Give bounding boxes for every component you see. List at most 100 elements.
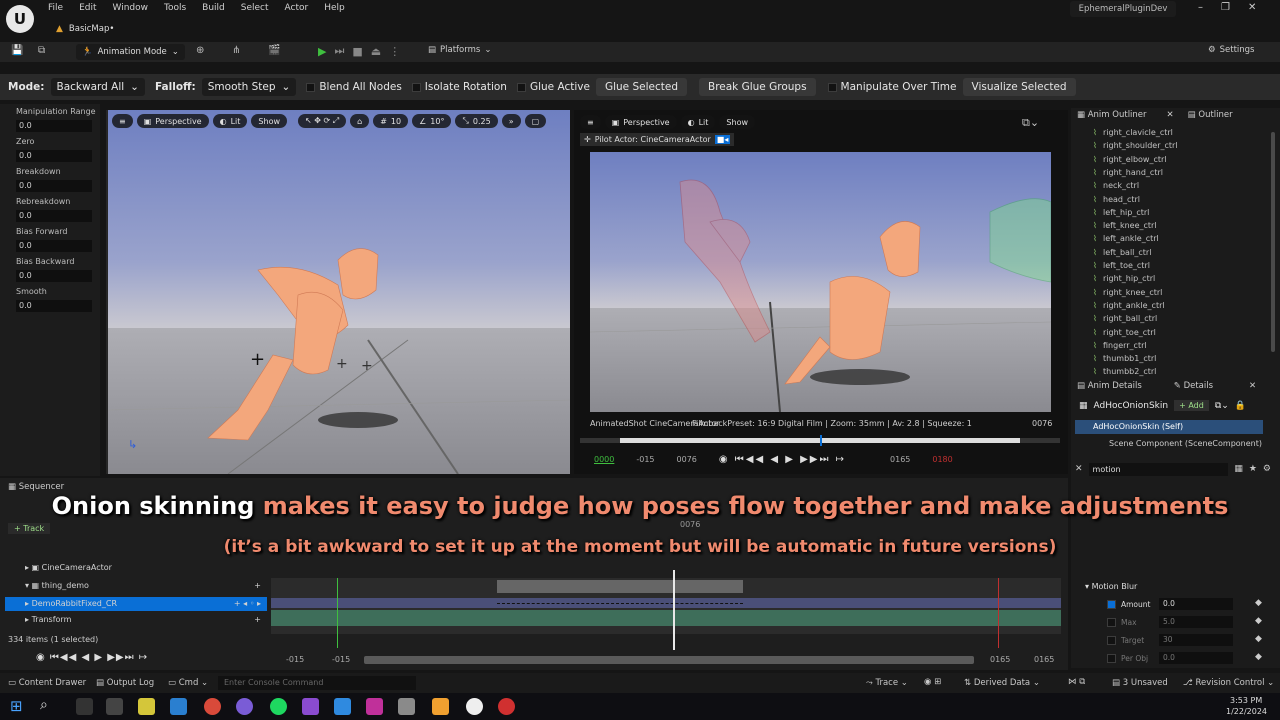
- outliner-bone-item[interactable]: left_knee_ctrl: [1103, 221, 1157, 230]
- rebreakdown-input[interactable]: 0.0: [16, 210, 92, 222]
- track-controls-icon[interactable]: + ◂ ◦ ▸: [234, 597, 261, 611]
- viewport-right[interactable]: ≡ ▣ Perspective ◐ Lit Show ⧉⌄ ✛ Pilot Acto…: [574, 110, 1068, 474]
- blueprint-options-icon[interactable]: ⧉⌄: [1215, 401, 1229, 411]
- outliner-bone-item[interactable]: left_ankle_ctrl: [1103, 234, 1159, 243]
- eject-icon[interactable]: ⏏: [371, 45, 381, 58]
- add-component-button[interactable]: + Add: [1174, 400, 1209, 411]
- hamburger-menu-icon[interactable]: ≡: [580, 115, 601, 129]
- add-icon[interactable]: +: [254, 579, 261, 593]
- override-checkbox[interactable]: [1107, 600, 1116, 609]
- animation-mode-dropdown[interactable]: 🏃 Animation Mode ⌄: [76, 44, 185, 60]
- visual-studio-icon[interactable]: [302, 698, 319, 715]
- minimize-icon[interactable]: –: [1198, 2, 1203, 13]
- clear-search-icon[interactable]: ✕: [1075, 464, 1083, 474]
- snap-icon[interactable]: ⌂: [350, 114, 370, 128]
- show-button[interactable]: Show: [251, 114, 288, 128]
- blend-all-nodes-toggle[interactable]: Blend All Nodes: [306, 81, 402, 93]
- photos-app-icon[interactable]: [398, 698, 415, 715]
- keyframe-icon[interactable]: ◆: [1255, 634, 1262, 644]
- lit-button[interactable]: ◐ Lit: [680, 115, 716, 129]
- content-drawer-button[interactable]: ▭ Content Drawer: [8, 678, 86, 688]
- maximize-viewport-icon[interactable]: ▢: [524, 114, 547, 128]
- output-log-button[interactable]: ▤ Output Log: [96, 678, 154, 688]
- outliner-bone-item[interactable]: right_shoulder_ctrl: [1103, 141, 1178, 150]
- outliner-bone-item[interactable]: left_ball_ctrl: [1103, 248, 1151, 257]
- windows-start-icon[interactable]: ⊞: [10, 697, 23, 715]
- menu-help[interactable]: Help: [316, 2, 353, 14]
- mode-dropdown[interactable]: Backward All ⌄: [50, 78, 145, 96]
- step-icon[interactable]: ⏭: [334, 44, 344, 58]
- component-self-item[interactable]: AdHocOnionSkin (Self): [1075, 420, 1263, 434]
- chrome-app-icon[interactable]: [204, 698, 221, 715]
- breakdown-input[interactable]: 0.0: [16, 180, 92, 192]
- maximize-icon[interactable]: ❐: [1221, 2, 1230, 13]
- perspective-button[interactable]: ▣ Perspective: [136, 114, 209, 128]
- sourcetree-app-icon[interactable]: [432, 698, 449, 715]
- camera-layout-icon[interactable]: ⧉⌄: [1022, 116, 1039, 130]
- property-value-input[interactable]: 30: [1159, 634, 1233, 646]
- outliner-bone-item[interactable]: right_hip_ctrl: [1103, 274, 1155, 283]
- isolate-rotation-toggle[interactable]: Isolate Rotation: [411, 81, 507, 93]
- outliner-bone-item[interactable]: right_ankle_ctrl: [1103, 301, 1165, 310]
- grid-snap[interactable]: #10: [373, 114, 409, 128]
- sequencer-scrollbar[interactable]: [364, 656, 974, 664]
- perspective-button[interactable]: ▣ Perspective: [604, 115, 677, 129]
- show-button[interactable]: Show: [719, 115, 756, 129]
- camera-speed-icon[interactable]: »: [501, 114, 521, 128]
- start-frame[interactable]: 0000: [594, 455, 614, 464]
- outliner-bone-item[interactable]: right_clavicle_ctrl: [1103, 128, 1173, 137]
- checkbox[interactable]: [516, 82, 526, 92]
- unreal-logo-icon[interactable]: U: [6, 5, 34, 33]
- keyframe-icon[interactable]: ◆: [1255, 652, 1262, 662]
- spotify-app-icon[interactable]: [270, 698, 287, 715]
- checkbox[interactable]: [306, 82, 316, 92]
- override-checkbox[interactable]: [1107, 636, 1116, 645]
- checkbox[interactable]: [827, 82, 837, 92]
- current-frame[interactable]: 0076: [677, 455, 697, 464]
- end-frame[interactable]: 0180: [932, 455, 952, 464]
- map-tab[interactable]: ▲ BasicMap•: [46, 20, 124, 38]
- menu-edit[interactable]: Edit: [71, 2, 104, 14]
- timeline-area[interactable]: [271, 570, 1061, 650]
- sequencer-playhead[interactable]: [673, 570, 675, 650]
- bias-forward-input[interactable]: 0.0: [16, 240, 92, 252]
- keyframe-icon[interactable]: ◆: [1255, 598, 1262, 608]
- add-track-button[interactable]: + Track: [8, 523, 51, 534]
- cinematics-icon[interactable]: 🎬: [268, 45, 280, 56]
- derived-data-button[interactable]: ⇅ Derived Data ⌄: [964, 678, 1040, 688]
- close-icon[interactable]: ✕: [1248, 2, 1256, 13]
- section-transform[interactable]: [271, 610, 1061, 626]
- sequencer-transport[interactable]: ◉ ⏮◀◀ ◀ ▶ ▶▶⏭ ↦: [36, 652, 148, 663]
- menu-actor[interactable]: Actor: [277, 2, 317, 14]
- lock-icon[interactable]: 🔒: [1235, 401, 1246, 411]
- smooth-input[interactable]: 0.0: [16, 300, 92, 312]
- viewport-left[interactable]: + + + ≡ ▣ Perspective ◐ Lit Show ↖ ✥ ⟳ ⤢ ⌂…: [106, 110, 570, 474]
- gear-icon[interactable]: ⚙: [1263, 464, 1271, 474]
- blueprint-icon[interactable]: ⋔: [232, 45, 240, 56]
- glue-active-toggle[interactable]: Glue Active: [516, 81, 590, 93]
- source-control-icons[interactable]: ⋈ ⧉: [1068, 677, 1085, 687]
- outliner-bone-item[interactable]: fingerr_ctrl: [1103, 341, 1147, 350]
- in-frame[interactable]: -015: [636, 455, 654, 464]
- playhead[interactable]: [820, 435, 822, 446]
- tab-anim-details[interactable]: ▤ Anim Details: [1077, 381, 1142, 391]
- content-icon[interactable]: ⧉: [38, 45, 45, 56]
- terminal-app-icon[interactable]: [106, 698, 123, 715]
- out-frame[interactable]: 0165: [890, 455, 910, 464]
- record-icon[interactable]: ◉ ⊞: [924, 677, 941, 687]
- platforms-button[interactable]: ▤ Platforms ⌄: [428, 45, 491, 55]
- section-thing-demo[interactable]: [497, 580, 743, 593]
- outliner-bone-item[interactable]: right_elbow_ctrl: [1103, 155, 1167, 164]
- outliner-bone-item[interactable]: right_knee_ctrl: [1103, 288, 1162, 297]
- transform-tools[interactable]: ↖ ✥ ⟳ ⤢: [298, 114, 347, 128]
- override-checkbox[interactable]: [1107, 618, 1116, 627]
- word-app-icon[interactable]: [170, 698, 187, 715]
- menu-build[interactable]: Build: [194, 2, 233, 14]
- bias-backward-input[interactable]: 0.0: [16, 270, 92, 282]
- menu-file[interactable]: File: [40, 2, 71, 14]
- rider-app-icon[interactable]: [366, 698, 383, 715]
- glue-selected-button[interactable]: Glue Selected: [595, 78, 687, 96]
- track-cinecamera[interactable]: ▸ ▣ CineCameraActor: [5, 561, 267, 575]
- recorder-app-icon[interactable]: [498, 698, 515, 715]
- close-icon[interactable]: ✕: [1167, 110, 1174, 120]
